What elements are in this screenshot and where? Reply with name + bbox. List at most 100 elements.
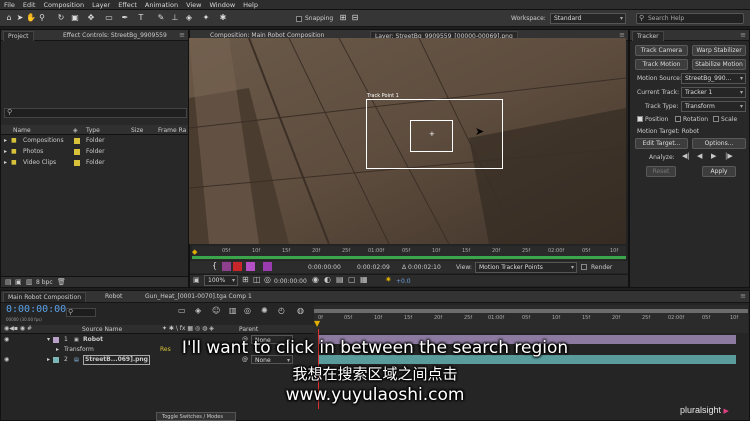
scale-checkbox[interactable] [713, 115, 719, 122]
brush-tool-icon[interactable]: ✎ [156, 13, 166, 23]
tab-effect-controls[interactable]: Effect Controls: StreetBg_9909559 [59, 31, 171, 41]
menu-effect[interactable]: Effect [118, 1, 137, 9]
motion-source-select[interactable]: StreetBg_990... [681, 73, 746, 84]
layer-time-ruler[interactable]: ◆ 05f 10f 15f 20f 25f 01:00f 05f 10f 15f… [192, 246, 626, 260]
new-composition-icon[interactable]: ▥ [26, 278, 33, 286]
project-search-field[interactable]: ⚲ [4, 108, 187, 118]
exposure-icon[interactable]: ✷ [385, 275, 392, 284]
tab-tracker[interactable]: Tracker [632, 31, 664, 41]
toggle-switches-modes-button[interactable]: Toggle Switches / Modes [156, 412, 236, 421]
frame-blending-icon[interactable]: ▥ [229, 306, 237, 315]
draft-3d-icon[interactable]: ◈ [195, 306, 201, 315]
camera-tool-icon[interactable]: ▣ [70, 13, 80, 23]
tab-gun-heat-comp[interactable]: Gun_Heat_[0001-0070].tga Comp 1 [141, 292, 256, 302]
interpret-footage-icon[interactable]: ▤ [5, 278, 12, 286]
comp-mini-flowchart-icon[interactable]: ▭ [178, 306, 186, 315]
channel-icon[interactable]: ▤ [336, 275, 344, 284]
panel-menu-icon[interactable]: ≡ [179, 31, 185, 39]
mask-tool-icon[interactable]: ▭ [104, 13, 114, 23]
camera-snapshot-icon[interactable]: ◉ [312, 275, 319, 284]
current-time-indicator-icon[interactable]: ◆ [192, 248, 197, 256]
color-swatch-magenta[interactable] [222, 262, 231, 271]
col-source-name[interactable]: Source Name [82, 326, 122, 333]
menu-animation[interactable]: Animation [145, 1, 178, 9]
roi-icon[interactable]: ▢ [348, 275, 356, 284]
rotate-tool-icon[interactable]: ↻ [56, 13, 66, 23]
options-button[interactable]: Options... [692, 138, 746, 149]
menu-layer[interactable]: Layer [92, 1, 110, 9]
panel-menu-icon[interactable]: ≡ [740, 292, 746, 300]
rotation-checkbox[interactable] [675, 115, 681, 122]
color-swatch-violet[interactable] [246, 262, 255, 271]
menu-file[interactable]: File [4, 1, 15, 9]
color-swatch-red[interactable] [233, 262, 242, 271]
menu-help[interactable]: Help [243, 1, 258, 9]
analyze-backward-icon[interactable]: ◀| [682, 152, 690, 160]
panel-menu-icon[interactable]: ≡ [740, 31, 746, 39]
list-item[interactable]: ▸ ■ Photos Folder [1, 147, 188, 157]
graph-editor-icon[interactable]: ◴ [278, 306, 285, 315]
type-tool-icon[interactable]: T [136, 13, 146, 23]
col-size[interactable]: Size [131, 127, 143, 134]
menu-window[interactable]: Window [210, 1, 236, 9]
snap-grid-icon[interactable]: ⊟ [350, 13, 360, 23]
timeline-ruler[interactable]: 0f 05f 10f 15f 20f 25f 01:00f 05f 10f 15… [314, 305, 748, 333]
always-preview-icon[interactable]: ▣ [193, 276, 200, 284]
menu-edit[interactable]: Edit [23, 1, 36, 9]
color-swatch-purple[interactable] [263, 262, 272, 271]
col-frame-rate[interactable]: Frame Ra [158, 127, 186, 134]
brainstorm-icon[interactable]: ✺ [261, 306, 268, 315]
track-motion-button[interactable]: Track Motion [635, 59, 688, 70]
hand-tool-icon[interactable]: ✋ [26, 13, 36, 23]
selection-tool-icon[interactable]: ➤ [15, 13, 25, 23]
bit-depth-button[interactable]: 8 bpc [36, 279, 53, 286]
tab-project[interactable]: Project [3, 31, 34, 41]
col-parent[interactable]: Parent [239, 326, 258, 333]
list-item[interactable]: ▸ ■ Video Clips Folder [1, 158, 188, 168]
work-area-bar[interactable] [192, 256, 626, 259]
warp-stabilizer-button[interactable]: Warp Stabilizer [692, 45, 746, 56]
puppet-tool-icon[interactable]: ✱ [218, 13, 228, 23]
list-item[interactable]: ▸ ■ Compositions Folder [1, 136, 188, 146]
mask-visibility-icon[interactable]: ◫ [253, 275, 261, 284]
current-track-select[interactable]: Tracker 1 [681, 87, 746, 98]
work-area-bar[interactable] [314, 309, 748, 313]
track-type-select[interactable]: Transform [681, 101, 746, 112]
current-time-indicator-icon[interactable]: ▼ [314, 319, 320, 328]
shy-layers-icon[interactable]: ☺ [212, 306, 220, 315]
menu-composition[interactable]: Composition [43, 1, 84, 9]
edit-target-button[interactable]: Edit Target... [635, 138, 688, 149]
col-type[interactable]: Type [86, 127, 100, 134]
view-select[interactable]: Motion Tracker Points [475, 262, 577, 273]
pen-tool-icon[interactable]: ✒ [120, 13, 130, 23]
tab-robot[interactable]: Robot [101, 292, 126, 302]
viewer-current-time[interactable]: 0:00:00:00 [274, 278, 307, 285]
current-time[interactable]: 0:00:00:00 [308, 264, 341, 271]
position-checkbox[interactable] [637, 115, 643, 122]
expand-arrow-icon[interactable]: ▸ [4, 136, 7, 146]
footage-viewer[interactable]: + Track Point 1 ➤ [189, 38, 626, 244]
exposure-value[interactable]: +0.0 [396, 278, 411, 285]
snap-icon[interactable]: ⊞ [338, 13, 348, 23]
expand-arrow-icon[interactable]: ▸ [4, 147, 7, 157]
eraser-tool-icon[interactable]: ◈ [184, 13, 194, 23]
home-icon[interactable]: ⌂ [4, 13, 14, 23]
search-help-field[interactable]: ⚲ Search Help [636, 13, 744, 24]
roto-tool-icon[interactable]: ✦ [201, 13, 211, 23]
timeline-timecode[interactable]: 0:00:00:00 [6, 304, 66, 315]
pan-behind-tool-icon[interactable]: ✥ [86, 13, 96, 23]
attach-point-icon[interactable]: + [429, 130, 435, 138]
analyze-back-frame-icon[interactable]: ◀ [697, 152, 702, 160]
clone-tool-icon[interactable]: ⊥ [170, 13, 180, 23]
track-camera-button[interactable]: Track Camera [635, 45, 688, 56]
apply-button[interactable]: Apply [702, 166, 736, 177]
show-channel-icon[interactable]: ◐ [324, 275, 331, 284]
trash-icon[interactable]: 🗑 [57, 278, 66, 286]
col-name[interactable]: Name [13, 127, 31, 134]
snapshot-icon[interactable]: ◎ [264, 275, 271, 284]
timeline-search-field[interactable]: ⚲ [66, 308, 96, 317]
render-checkbox[interactable] [581, 263, 587, 270]
out-time[interactable]: 0:00:02:09 [357, 264, 390, 271]
stabilize-motion-button[interactable]: Stabilize Motion [692, 59, 746, 70]
safe-margins-icon[interactable]: ⊞ [242, 275, 249, 284]
